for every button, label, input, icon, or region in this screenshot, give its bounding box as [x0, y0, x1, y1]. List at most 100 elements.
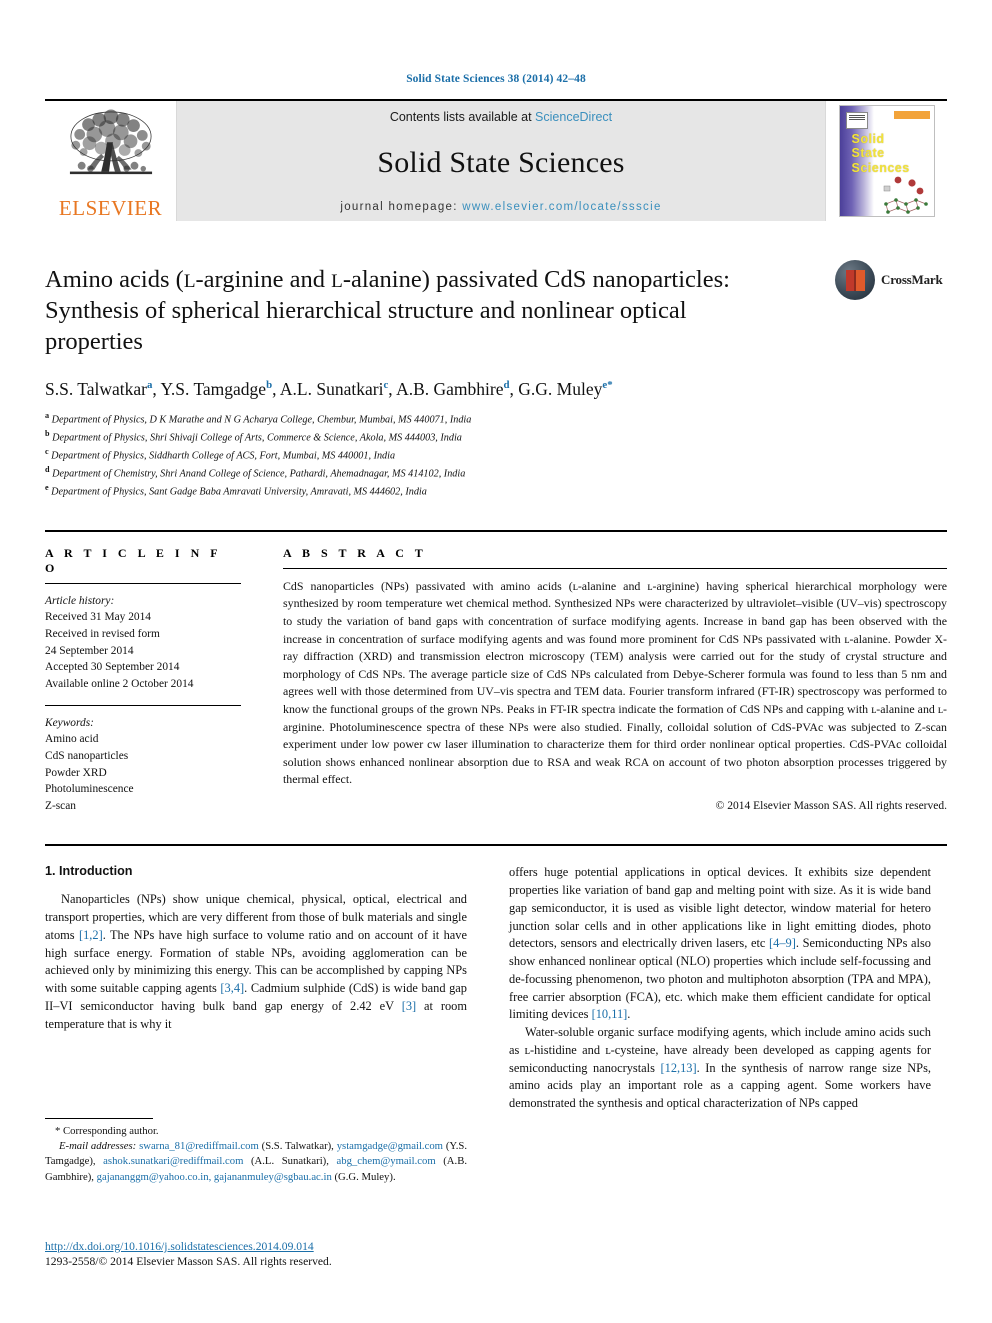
- paragraph: Water-soluble organic surface modifying …: [509, 1024, 931, 1113]
- author-item[interactable]: Y.S. Tamgadgeb: [161, 379, 273, 399]
- affiliation-item: d Department of Chemistry, Shri Anand Co…: [45, 464, 947, 482]
- history-item: Received 31 May 2014: [45, 611, 151, 624]
- affiliation-item: b Department of Physics, Shri Shivaji Co…: [45, 428, 947, 446]
- info-abstract-region: A R T I C L E I N F O Article history: R…: [45, 529, 947, 815]
- author-list: S.S. Talwatkara, Y.S. Tamgadgeb, A.L. Su…: [45, 378, 613, 399]
- citation-link[interactable]: [10,11]: [592, 1007, 628, 1021]
- article-history-label: Article history:: [45, 594, 115, 607]
- email-owner: (G.G. Muley).: [331, 1170, 396, 1183]
- elsevier-wordmark: ELSEVIER: [58, 196, 163, 220]
- journal-masthead: ELSEVIER Contents lists available at Sci…: [45, 99, 947, 221]
- homepage-url-link[interactable]: www.elsevier.com/locate/ssscie: [462, 201, 661, 213]
- affiliation-text: Department of Physics, D K Marathe and N…: [51, 414, 472, 426]
- email-label: E-mail addresses:: [59, 1140, 137, 1153]
- body-column-left: 1. Introduction Nanoparticles (NPs) show…: [45, 864, 467, 1112]
- section-heading-introduction: 1. Introduction: [45, 864, 133, 879]
- cover-molecule-art-icon: [883, 176, 928, 214]
- corresponding-star: *: [55, 1125, 61, 1137]
- citation-link[interactable]: [3,4]: [220, 981, 244, 995]
- author-affil-mark: a: [146, 378, 153, 391]
- citation-link[interactable]: [3]: [402, 999, 416, 1013]
- title-part-1: Amino acids (: [45, 266, 184, 293]
- title-smallcap-1: L: [183, 271, 196, 292]
- author-name: S.S. Talwatkar: [45, 378, 147, 399]
- journal-title: Solid State Sciences: [377, 145, 625, 179]
- contents-prefix: Contents lists available at: [389, 110, 536, 124]
- homepage-label: journal homepage:: [340, 201, 458, 213]
- affiliation-mark: d: [45, 465, 50, 474]
- affiliation-mark: e: [45, 482, 49, 492]
- keyword-item: Z-scan: [45, 799, 76, 812]
- affiliation-text: Department of Physics, Shri Shivaji Coll…: [52, 432, 462, 444]
- author-item[interactable]: A.L. Sunatkaric: [280, 379, 388, 399]
- email-link[interactable]: ashok.sunatkari@rediffmail.com: [103, 1155, 243, 1167]
- email-link[interactable]: ystamgadge@gmail.com: [337, 1140, 443, 1152]
- email-link[interactable]: swarna_81@rediffmail.com: [139, 1140, 259, 1152]
- author-affil-mark: c: [383, 378, 389, 391]
- divider: [45, 704, 241, 706]
- article-history-block: Article history: Received 31 May 2014 Re…: [45, 593, 241, 693]
- contents-line: Contents lists available at ScienceDirec…: [177, 110, 825, 124]
- affiliation-list: a Department of Physics, D K Marathe and…: [45, 410, 947, 499]
- crossmark-icon: [835, 260, 875, 300]
- keyword-item: Amino acid: [45, 733, 99, 746]
- affiliation-text: Department of Physics, Sant Gadge Baba A…: [51, 486, 427, 498]
- doi-footer: http://dx.doi.org/10.1016/j.solidstatesc…: [45, 1240, 505, 1268]
- email-link[interactable]: gajananggm@yahoo.co.in,: [97, 1171, 212, 1183]
- footnote-divider: [45, 1118, 153, 1119]
- issn-copyright-line: 1293-2558/© 2014 Elsevier Masson SAS. Al…: [45, 1255, 332, 1268]
- affiliation-text: Department of Physics, Siddharth College…: [51, 450, 396, 462]
- homepage-line: journal homepage: www.elsevier.com/locat…: [177, 201, 825, 213]
- author-item[interactable]: G.G. Muleye*: [518, 379, 612, 399]
- citation-link[interactable]: [4–9]: [769, 936, 796, 950]
- history-item: 24 September 2014: [45, 644, 134, 657]
- abstract-heading: A B S T R A C T: [283, 545, 427, 560]
- cover-publisher-logo-icon: [845, 112, 868, 129]
- journal-cover-box: Solid State Sciences: [825, 101, 947, 221]
- paragraph: offers huge potential applications in op…: [509, 864, 931, 1024]
- keywords-label: Keywords:: [45, 716, 94, 729]
- author-name: Y.S. Tamgadge: [160, 378, 267, 399]
- paragraph: Nanoparticles (NPs) show unique chemical…: [45, 891, 467, 1033]
- affiliation-mark: c: [45, 447, 49, 457]
- author-item[interactable]: S.S. Talwatkara: [45, 379, 152, 399]
- author-affil-mark: d: [503, 378, 510, 391]
- abstract-copyright: © 2014 Elsevier Masson SAS. All rights r…: [715, 800, 947, 813]
- email-link[interactable]: gajananmuley@sgbau.ac.in: [214, 1171, 332, 1183]
- email-link[interactable]: abg_chem@ymail.com: [336, 1155, 435, 1167]
- journal-cover-thumbnail[interactable]: Solid State Sciences: [838, 105, 935, 217]
- keywords-block: Keywords: Amino acid CdS nanoparticles P…: [45, 715, 241, 815]
- sciencedirect-link[interactable]: ScienceDirect: [535, 110, 612, 124]
- history-item: Accepted 30 September 2014: [45, 661, 180, 674]
- doi-link[interactable]: http://dx.doi.org/10.1016/j.solidstatesc…: [45, 1240, 505, 1253]
- corresponding-author-marker: *: [607, 378, 613, 391]
- affiliation-item: a Department of Physics, D K Marathe and…: [45, 410, 947, 428]
- citation-link[interactable]: [1,2]: [79, 928, 103, 942]
- keyword-item: Powder XRD: [45, 766, 107, 779]
- cover-badge: [893, 111, 930, 119]
- body-column-right: offers huge potential applications in op…: [509, 864, 931, 1112]
- elsevier-tree-icon: [69, 109, 152, 175]
- keyword-item: CdS nanoparticles: [45, 749, 129, 762]
- crossmark-book-icon: [845, 269, 865, 291]
- crossmark-badge[interactable]: CrossMark: [835, 257, 947, 303]
- affiliation-item: e Department of Physics, Sant Gadge Baba…: [45, 482, 947, 500]
- divider: [45, 582, 241, 584]
- author-name: G.G. Muley: [518, 378, 603, 399]
- keyword-item: Photoluminescence: [45, 783, 134, 796]
- title-part-3: properties: [45, 327, 143, 355]
- affiliation-mark: b: [45, 429, 50, 439]
- article-info-heading: A R T I C L E I N F O: [45, 545, 222, 575]
- corresponding-label: Corresponding author.: [63, 1125, 159, 1137]
- history-item: Available online 2 October 2014: [45, 677, 194, 690]
- author-name: A.B. Gambhire: [396, 378, 504, 399]
- affiliation-mark: a: [45, 411, 50, 421]
- corresponding-author-note: * Corresponding author. E-mail addresses…: [45, 1124, 467, 1185]
- author-item[interactable]: A.B. Gambhired: [396, 379, 509, 399]
- title-part-2: Synthesis of spherical hierarchical stru…: [45, 296, 687, 324]
- citation-link[interactable]: [12,13]: [661, 1061, 697, 1075]
- crossmark-label: CrossMark: [881, 272, 943, 287]
- divider: [283, 567, 947, 569]
- masthead-center: Contents lists available at ScienceDirec…: [177, 101, 825, 221]
- affiliation-item: c Department of Physics, Siddharth Colle…: [45, 446, 947, 464]
